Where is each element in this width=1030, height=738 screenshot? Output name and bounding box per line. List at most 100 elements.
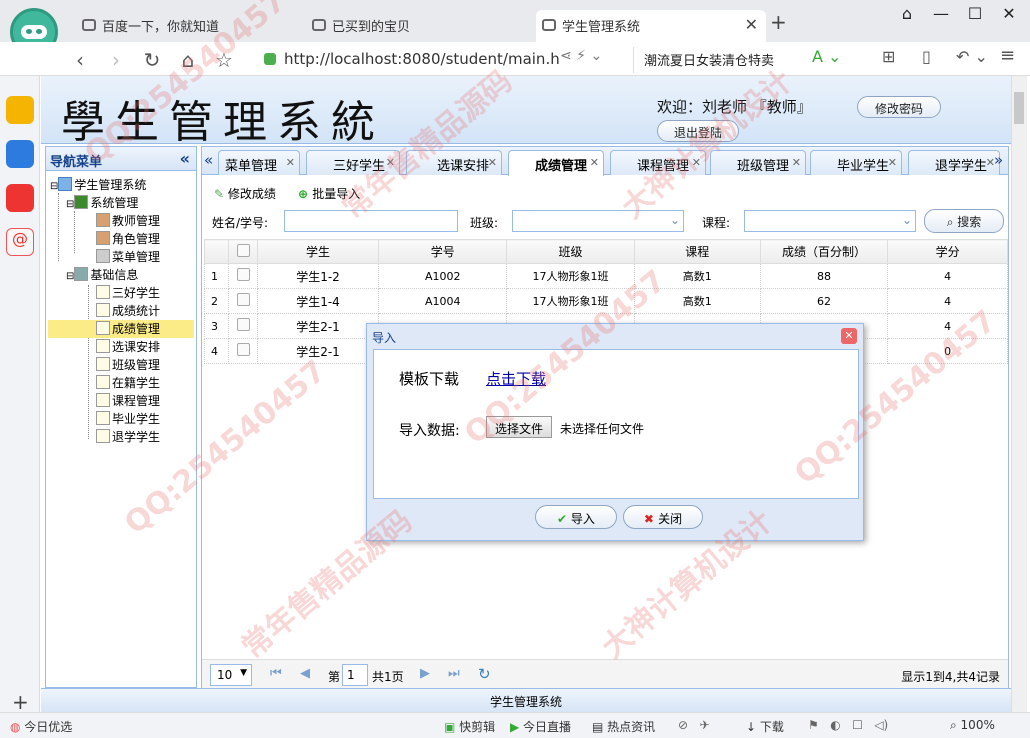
reload-icon[interactable]: ↻ — [140, 48, 164, 72]
close-icon[interactable]: ✕ — [386, 156, 395, 169]
column-header[interactable]: 学生 — [256, 239, 380, 264]
column-header[interactable]: 学分 — [887, 239, 1008, 264]
column-header[interactable]: 成绩（百分制） — [759, 239, 889, 264]
collapse-icon[interactable]: « — [180, 149, 190, 168]
close-icon[interactable]: ✕ — [488, 156, 497, 169]
close-icon[interactable]: ✕ — [590, 156, 599, 169]
browser-tab-student[interactable]: 学生管理系统 ✕ — [536, 10, 766, 42]
next-page-icon[interactable]: ▶ — [420, 666, 430, 681]
zoom-level[interactable]: ⌕ 100% — [950, 718, 995, 733]
table-row[interactable]: 1 学生1-2 A1002 17人物形象1班 高数1 88 4 — [203, 263, 1008, 289]
column-header[interactable]: 班级 — [506, 239, 635, 264]
search-box[interactable]: 潮流夏日女装清仓特卖 — [644, 50, 774, 69]
tab-classes[interactable]: 班级管理 ✕ — [710, 150, 806, 175]
refresh-icon[interactable]: ↻ — [478, 665, 491, 683]
tree-group-system[interactable]: ⊟ 系统管理 — [66, 194, 138, 212]
tree-item-4[interactable]: 选课安排 — [96, 338, 160, 356]
scrollbar-thumb[interactable] — [1014, 92, 1024, 124]
browser-tab-taobao[interactable]: 已买到的宝贝 — [306, 10, 528, 42]
close-icon[interactable]: ✕ — [692, 156, 701, 169]
tab-dropouts[interactable]: 退学学生 ✕ — [908, 150, 1000, 175]
mail-icon[interactable]: @ — [6, 228, 34, 256]
download-link[interactable]: 点击下载 — [486, 368, 546, 389]
forward-icon[interactable]: › — [104, 48, 128, 72]
import-confirm-button[interactable]: ✔ 导入 — [535, 505, 617, 529]
page-size-select[interactable]: 10 ▼ — [210, 664, 252, 686]
star-icon[interactable]: ☆ — [212, 48, 236, 72]
minimize-icon[interactable]: — — [924, 4, 958, 23]
prev-page-icon[interactable]: ◀ — [300, 666, 310, 681]
close-tab-icon[interactable]: ✕ — [745, 15, 758, 34]
reader-icon[interactable]: ▯ — [922, 47, 931, 66]
shirt-icon[interactable]: ⌂ — [890, 4, 924, 23]
tree-item-menu[interactable]: 菜单管理 — [96, 248, 160, 266]
tree-item-5[interactable]: 班级管理 — [96, 356, 160, 374]
close-icon[interactable]: ✕ — [888, 156, 897, 169]
add-icon[interactable]: + — [12, 690, 29, 714]
tree-item-7[interactable]: 课程管理 — [96, 392, 160, 410]
tree-group-basic[interactable]: ⊟ 基础信息 — [66, 266, 138, 284]
status-item-news[interactable]: ▤ 热点资讯 — [592, 718, 655, 735]
logout-button[interactable]: 退出登陆 — [657, 120, 739, 142]
share-icon[interactable]: ⋖ ⚡ ⌄ — [560, 48, 602, 64]
row-checkbox[interactable] — [236, 318, 250, 331]
course-select[interactable]: ⌄ — [744, 210, 916, 232]
misc-icons[interactable]: ⊘ ✈ — [678, 718, 710, 732]
tree-item-8[interactable]: 毕业学生 — [96, 410, 160, 428]
tree-item-2[interactable]: 成绩统计 — [96, 302, 160, 320]
new-tab-button[interactable]: + — [770, 10, 787, 34]
table-row[interactable]: 2 学生1-4 A1004 17人物形象1班 高数1 62 4 — [203, 288, 1008, 314]
class-select[interactable]: ⌄ — [512, 210, 684, 232]
favorites-icon[interactable] — [6, 96, 34, 124]
scrollbar[interactable] — [1011, 76, 1027, 712]
home-icon[interactable]: ⌂ — [176, 48, 200, 72]
tree-item-9[interactable]: 退学学生 — [96, 428, 160, 446]
tree-item-6[interactable]: 在籍学生 — [96, 374, 160, 392]
tab-good-students[interactable]: 三好学生 ✕ — [306, 150, 400, 175]
row-checkbox[interactable] — [236, 268, 250, 281]
batch-import-button[interactable]: ⊕ 批量导入 — [298, 185, 360, 202]
first-page-icon[interactable]: ⏮ — [270, 666, 282, 681]
tree-item-role[interactable]: 角色管理 — [96, 230, 160, 248]
status-item-live[interactable]: ▶ 今日直播 — [510, 718, 571, 735]
tab-grades[interactable]: 成绩管理 ✕ — [508, 150, 604, 176]
tab-course-arrange[interactable]: 选课安排 ✕ — [406, 150, 502, 175]
tree-item-teacher[interactable]: 教师管理 — [96, 212, 160, 230]
tab-graduates[interactable]: 毕业学生 ✕ — [810, 150, 902, 175]
browser-tab-baidu[interactable]: 百度一下，你就知道 — [76, 10, 298, 42]
edit-grade-button[interactable]: ✎ 修改成绩 — [214, 185, 276, 202]
tab-menu[interactable]: 菜单管理 ✕ — [218, 150, 300, 175]
status-item-download[interactable]: ↓ 下载 — [746, 718, 784, 735]
translate-icon[interactable]: A ⌄ — [812, 47, 841, 66]
today-picks[interactable]: ◍ 今日优选 — [10, 718, 72, 735]
name-input[interactable] — [284, 210, 458, 232]
menu-icon[interactable]: ≡ — [1000, 45, 1015, 66]
last-page-icon[interactable]: ⏭ — [448, 666, 460, 681]
dialog-close-button[interactable]: ✖ 关闭 — [623, 505, 703, 529]
tree-item-3[interactable]: 成绩管理 — [48, 320, 194, 338]
select-all-checkbox[interactable] — [236, 243, 250, 257]
column-header[interactable]: 课程 — [633, 239, 761, 264]
apps-icon[interactable]: ⊞ — [882, 47, 895, 66]
back-icon[interactable]: ‹ — [68, 48, 92, 72]
tab-courses[interactable]: 课程管理 ✕ — [610, 150, 706, 175]
weibo-icon[interactable] — [6, 184, 34, 212]
column-header[interactable]: 学号 — [378, 239, 508, 264]
change-password-button[interactable]: 修改密码 — [857, 96, 941, 118]
close-window-icon[interactable]: ✕ — [992, 4, 1026, 23]
page-input[interactable]: 1 — [342, 664, 368, 686]
tabs-scroll-right-icon[interactable]: » — [994, 151, 1003, 169]
undo-icon[interactable]: ↶ ⌄ — [956, 47, 988, 66]
status-item-clip[interactable]: ▣ 快剪辑 — [444, 718, 495, 735]
tool-icons[interactable]: ⚑ ◐ ☐ ◁) — [808, 718, 888, 732]
row-checkbox[interactable] — [236, 343, 250, 356]
choose-file-button[interactable]: 选择文件 — [486, 416, 553, 438]
list-icon[interactable] — [6, 140, 34, 168]
tree-root[interactable]: ⊟ 学生管理系统 — [50, 176, 146, 194]
search-button[interactable]: ⌕ 搜索 — [924, 209, 1004, 233]
close-icon[interactable]: ✕ — [792, 156, 801, 169]
row-checkbox[interactable] — [236, 293, 250, 306]
maximize-icon[interactable]: ☐ — [958, 4, 992, 23]
close-icon[interactable]: ✕ — [841, 328, 857, 344]
tabs-scroll-left-icon[interactable]: « — [204, 151, 213, 169]
